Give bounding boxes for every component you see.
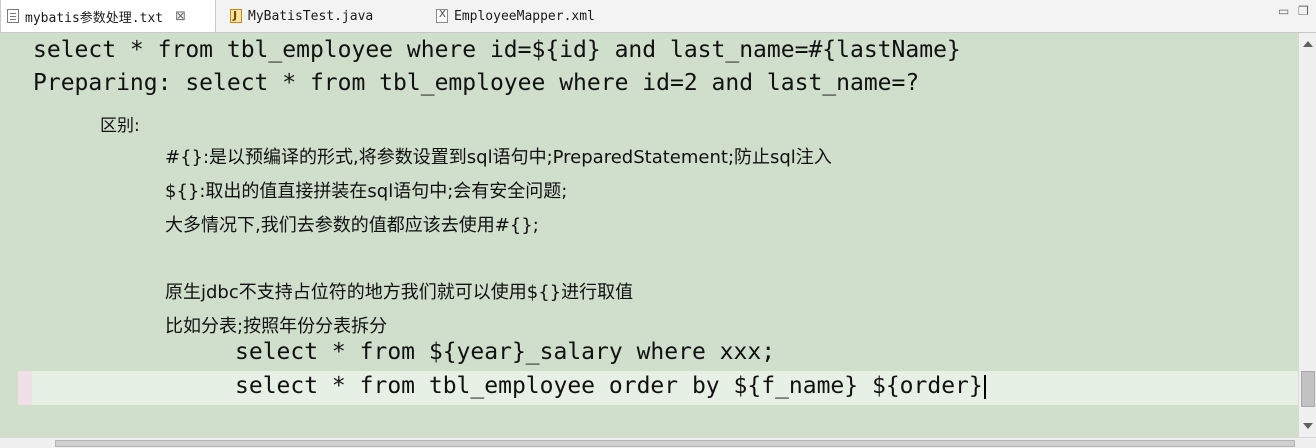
horizontal-scroll-thumb[interactable] bbox=[55, 440, 1295, 447]
editor-line-2: Preparing: select * from tbl_employee wh… bbox=[33, 70, 920, 96]
vertical-scrollbar[interactable] bbox=[1298, 33, 1316, 437]
text-file-icon bbox=[7, 9, 19, 23]
java-file-icon bbox=[230, 9, 242, 23]
vertical-scroll-thumb[interactable] bbox=[1301, 371, 1315, 407]
editor-line-10: select * from ${year}_salary where xxx; bbox=[235, 339, 776, 365]
editor-line-6: 大多情况下,我们去参数的值都应该去使用#{}; bbox=[165, 215, 539, 236]
editor-tab-bar: mybatis参数处理.txt ⊠ MyBatisTest.java Emplo… bbox=[0, 0, 1316, 33]
editor-line-4: #{}:是以预编译的形式,将参数设置到sql语句中;PreparedStatem… bbox=[165, 147, 832, 168]
xml-file-icon bbox=[436, 9, 448, 23]
tab-label: mybatis参数处理.txt bbox=[25, 10, 164, 26]
scroll-down-icon[interactable] bbox=[1303, 423, 1313, 429]
tab-mybatistest-java[interactable]: MyBatisTest.java bbox=[224, 0, 414, 32]
tab-employeemapper-xml[interactable]: EmployeeMapper.xml bbox=[430, 0, 630, 32]
editor-line-5: ${}:取出的值直接拼装在sql语句中;会有安全问题; bbox=[165, 181, 568, 202]
close-icon[interactable]: ⊠ bbox=[175, 9, 186, 24]
overview-ruler bbox=[0, 33, 14, 437]
editor-line-11-text: select * from tbl_employee order by ${f_… bbox=[235, 373, 983, 399]
line-change-marker bbox=[18, 371, 32, 405]
editor-line-3: 区别: bbox=[100, 116, 140, 136]
tab-label: EmployeeMapper.xml bbox=[454, 8, 595, 24]
editor-line-1: select * from tbl_employee where id=${id… bbox=[33, 37, 961, 63]
editor-line-8: 原生jdbc不支持占位符的地方我们就可以使用${}进行取值 bbox=[165, 282, 634, 303]
restore-icon[interactable]: ❐ bbox=[1298, 4, 1309, 18]
text-cursor bbox=[983, 374, 986, 399]
tab-label: MyBatisTest.java bbox=[248, 8, 374, 24]
scroll-up-icon[interactable] bbox=[1303, 41, 1313, 47]
text-editor[interactable]: select * from tbl_employee where id=${id… bbox=[0, 33, 1298, 437]
editor-line-9: 比如分表;按照年份分表拆分 bbox=[165, 316, 388, 337]
editor-line-11: select * from tbl_employee order by ${f_… bbox=[235, 373, 986, 399]
horizontal-scrollbar[interactable] bbox=[0, 437, 1316, 448]
tab-mybatis-txt[interactable]: mybatis参数处理.txt ⊠ bbox=[0, 0, 216, 32]
minimize-icon[interactable]: ▭ bbox=[1278, 4, 1289, 18]
